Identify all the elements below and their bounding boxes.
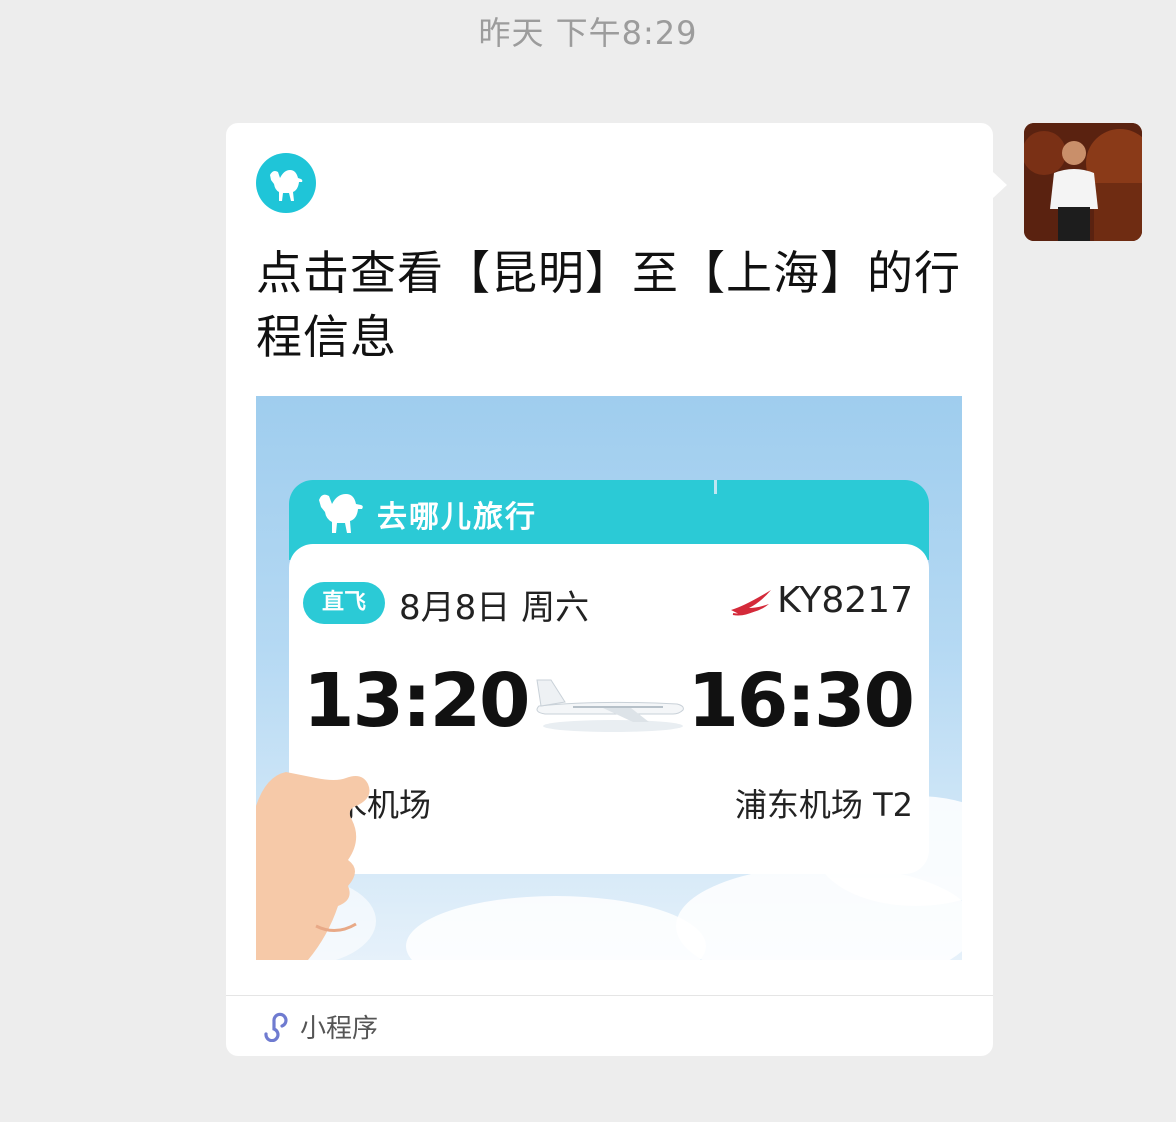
flight-number: KY8217 bbox=[777, 580, 913, 621]
mini-program-label: 小程序 bbox=[300, 1014, 379, 1044]
qunar-camel-icon bbox=[256, 153, 316, 213]
mini-program-icon bbox=[264, 1012, 288, 1042]
bubble-tail bbox=[992, 171, 1007, 199]
chat-timestamp: 昨天 下午8:29 bbox=[478, 14, 698, 52]
itinerary-preview-image[interactable]: 去哪儿旅行 直飞 8月8日 周六 KY8217 13:20 16:30 长水机场… bbox=[256, 396, 962, 960]
brand-name: 去哪儿旅行 bbox=[377, 500, 537, 535]
camel-logo-icon bbox=[319, 494, 363, 533]
direct-flight-badge: 直飞 bbox=[303, 582, 385, 624]
sender-avatar[interactable] bbox=[1024, 123, 1142, 241]
airplane-icon bbox=[536, 679, 684, 732]
arrival-time: 16:30 bbox=[687, 658, 915, 744]
mini-program-card[interactable]: 点击查看【昆明】至【上海】的行程信息 去哪儿旅行 直飞 8月8日 周六 KY82… bbox=[226, 123, 1007, 1056]
hand-holding-ticket bbox=[256, 772, 370, 960]
user-avatar-photo bbox=[1024, 123, 1142, 241]
card-divider bbox=[226, 995, 993, 996]
flight-date: 8月8日 周六 bbox=[399, 588, 590, 628]
airline-logo-icon bbox=[731, 590, 771, 616]
arrival-airport: 浦东机场 T2 bbox=[734, 786, 913, 824]
message-title: 点击查看【昆明】至【上海】的行程信息 bbox=[256, 246, 961, 364]
departure-time: 13:20 bbox=[303, 658, 531, 744]
